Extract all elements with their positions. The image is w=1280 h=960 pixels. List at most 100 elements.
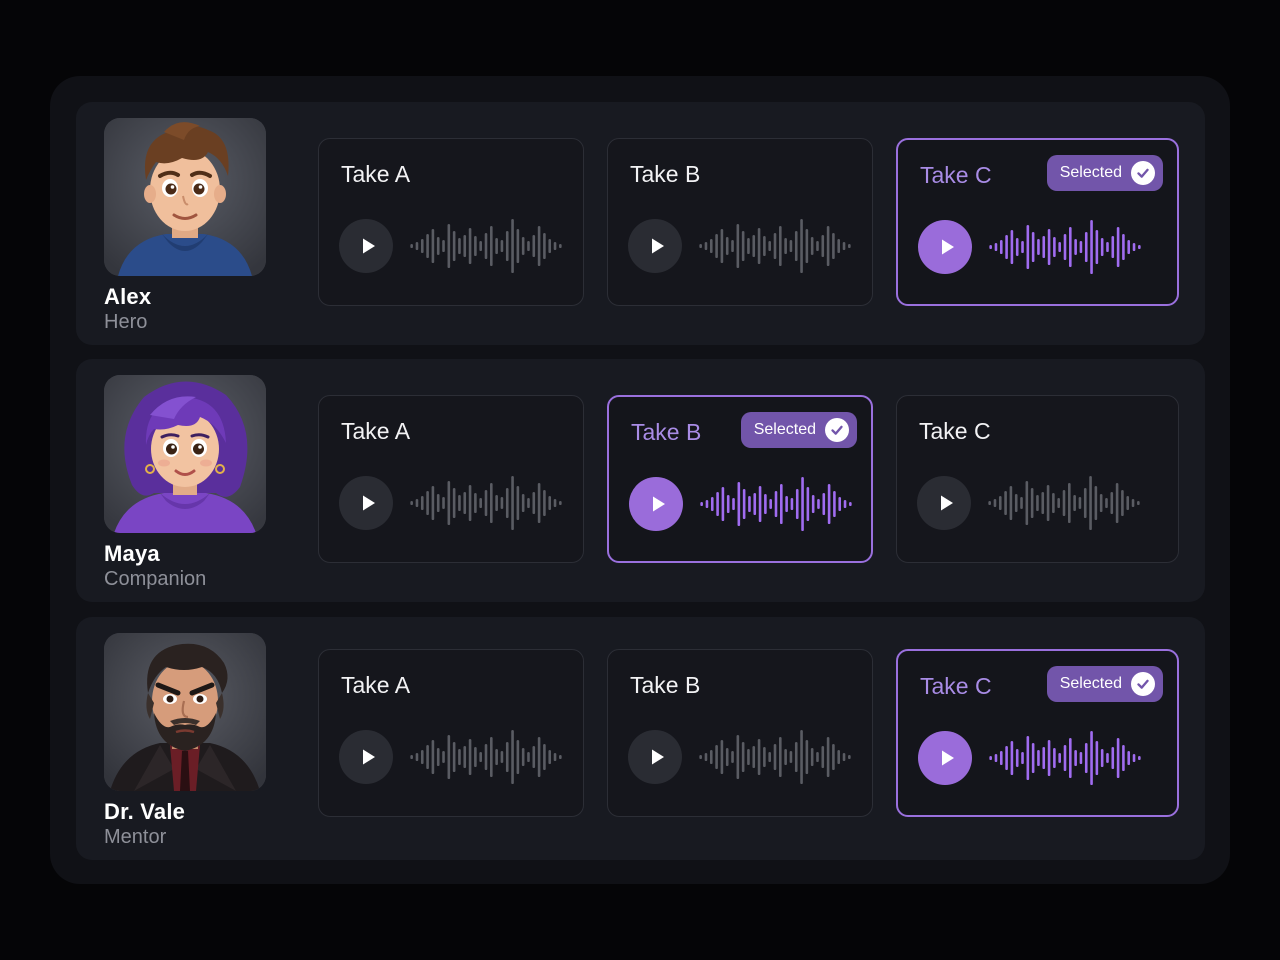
- play-button[interactable]: [339, 476, 393, 530]
- badge-label: Selected: [753, 421, 816, 438]
- take-card-c[interactable]: Take C: [896, 395, 1179, 563]
- waveform-bar: [532, 235, 536, 257]
- waveform-bar: [516, 740, 520, 774]
- waveform-bar: [1079, 241, 1083, 253]
- waveform-bar: [826, 737, 830, 777]
- character-row-maya: Maya Companion Take A Take B Selected Ta…: [76, 359, 1205, 602]
- waveform-bar: [1042, 236, 1046, 258]
- take-card-b[interactable]: Take B: [607, 649, 873, 817]
- take-label: Take B: [630, 161, 701, 187]
- waveform-bar: [1063, 234, 1067, 260]
- waveform-bar: [420, 239, 424, 253]
- waveform: [700, 477, 852, 531]
- take-card-c[interactable]: Take C Selected: [896, 649, 1179, 817]
- take-card-b[interactable]: Take B Selected: [607, 395, 873, 563]
- waveform-bar: [794, 742, 798, 772]
- play-button[interactable]: [339, 219, 393, 273]
- take-card-b[interactable]: Take B: [607, 138, 873, 306]
- waveform-bar: [1058, 753, 1061, 763]
- waveform-bar: [720, 740, 724, 774]
- waveform-bar: [1074, 239, 1077, 255]
- waveform-bar: [548, 496, 552, 510]
- waveform-bar: [768, 241, 771, 251]
- play-button[interactable]: [339, 730, 393, 784]
- waveform-bar: [769, 499, 772, 509]
- waveform-bar: [1041, 492, 1045, 514]
- waveform-bar: [810, 237, 814, 255]
- waveform: [410, 219, 562, 273]
- play-button[interactable]: [628, 730, 682, 784]
- waveform-bar: [1020, 497, 1023, 509]
- waveform-bar: [748, 496, 751, 512]
- avatar-maya: [104, 375, 266, 533]
- waveform-bar: [511, 476, 514, 530]
- character-role: Companion: [104, 568, 207, 590]
- play-icon: [937, 748, 957, 768]
- waveform-bar: [452, 231, 456, 261]
- play-icon: [358, 236, 378, 256]
- waveform-bar: [780, 484, 783, 524]
- waveform-bar: [741, 231, 745, 261]
- waveform-bar: [521, 748, 525, 766]
- waveform: [699, 219, 851, 273]
- take-card-a[interactable]: Take A: [318, 138, 584, 306]
- waveform-bar: [821, 235, 825, 257]
- waveform-bar: [1083, 488, 1087, 518]
- take-label: Take A: [341, 418, 411, 444]
- waveform-bar: [704, 753, 708, 761]
- waveform-bar: [484, 233, 488, 259]
- selected-badge: Selected: [740, 412, 857, 448]
- play-button[interactable]: [629, 477, 683, 531]
- waveform-bar: [463, 492, 467, 514]
- waveform-bar: [1132, 754, 1136, 762]
- waveform-bar: [826, 226, 830, 266]
- waveform-bar: [833, 491, 836, 517]
- waveform-bar: [1094, 486, 1098, 520]
- waveform-bar: [779, 226, 782, 266]
- waveform-bar: [1111, 747, 1115, 769]
- waveform-bar: [794, 231, 798, 261]
- waveform-bar: [832, 233, 835, 259]
- waveform-bar: [1121, 490, 1124, 516]
- take-label: Take C: [920, 162, 992, 188]
- waveform-bar: [1053, 237, 1056, 257]
- waveform-bar: [479, 241, 482, 251]
- take-card-a[interactable]: Take A: [318, 649, 584, 817]
- waveform-bar: [817, 499, 820, 509]
- waveform-bar: [1090, 220, 1093, 274]
- waveform-bar: [842, 242, 846, 250]
- waveform-bar: [1021, 241, 1024, 253]
- take-card-a[interactable]: Take A: [318, 395, 584, 563]
- play-icon: [647, 747, 667, 767]
- waveform-bar: [458, 749, 461, 765]
- waveform-bar: [704, 242, 708, 250]
- play-button[interactable]: [918, 220, 972, 274]
- waveform-bar: [500, 751, 504, 763]
- waveform-bar: [1073, 495, 1076, 511]
- take-card-c[interactable]: Take C Selected: [896, 138, 1179, 306]
- waveform-bar: [1014, 494, 1018, 512]
- waveform-bar: [452, 488, 456, 518]
- character-role: Hero: [104, 311, 148, 333]
- selected-badge: Selected: [1046, 666, 1163, 702]
- waveform-bar: [537, 226, 541, 266]
- waveform-bar: [773, 233, 777, 259]
- play-button[interactable]: [918, 731, 972, 785]
- waveform-bar: [715, 234, 718, 258]
- waveform-bar: [479, 752, 482, 762]
- play-button[interactable]: [917, 476, 971, 530]
- waveform-bar: [747, 749, 750, 765]
- take-label: Take C: [920, 673, 992, 699]
- waveform-bar: [1084, 232, 1088, 262]
- waveform-bar: [548, 239, 552, 253]
- waveform-bar: [731, 751, 734, 763]
- waveform-bar: [752, 746, 756, 768]
- waveform-bar: [999, 240, 1003, 254]
- play-button[interactable]: [628, 219, 682, 273]
- play-icon: [647, 236, 667, 256]
- waveform-bar: [800, 730, 803, 784]
- character-row-dr-vale: Dr. Vale Mentor Take A Take B Take C Sel…: [76, 617, 1205, 860]
- waveform-bar: [1100, 238, 1104, 256]
- waveform-bar: [516, 229, 520, 263]
- waveform-bar: [490, 226, 493, 266]
